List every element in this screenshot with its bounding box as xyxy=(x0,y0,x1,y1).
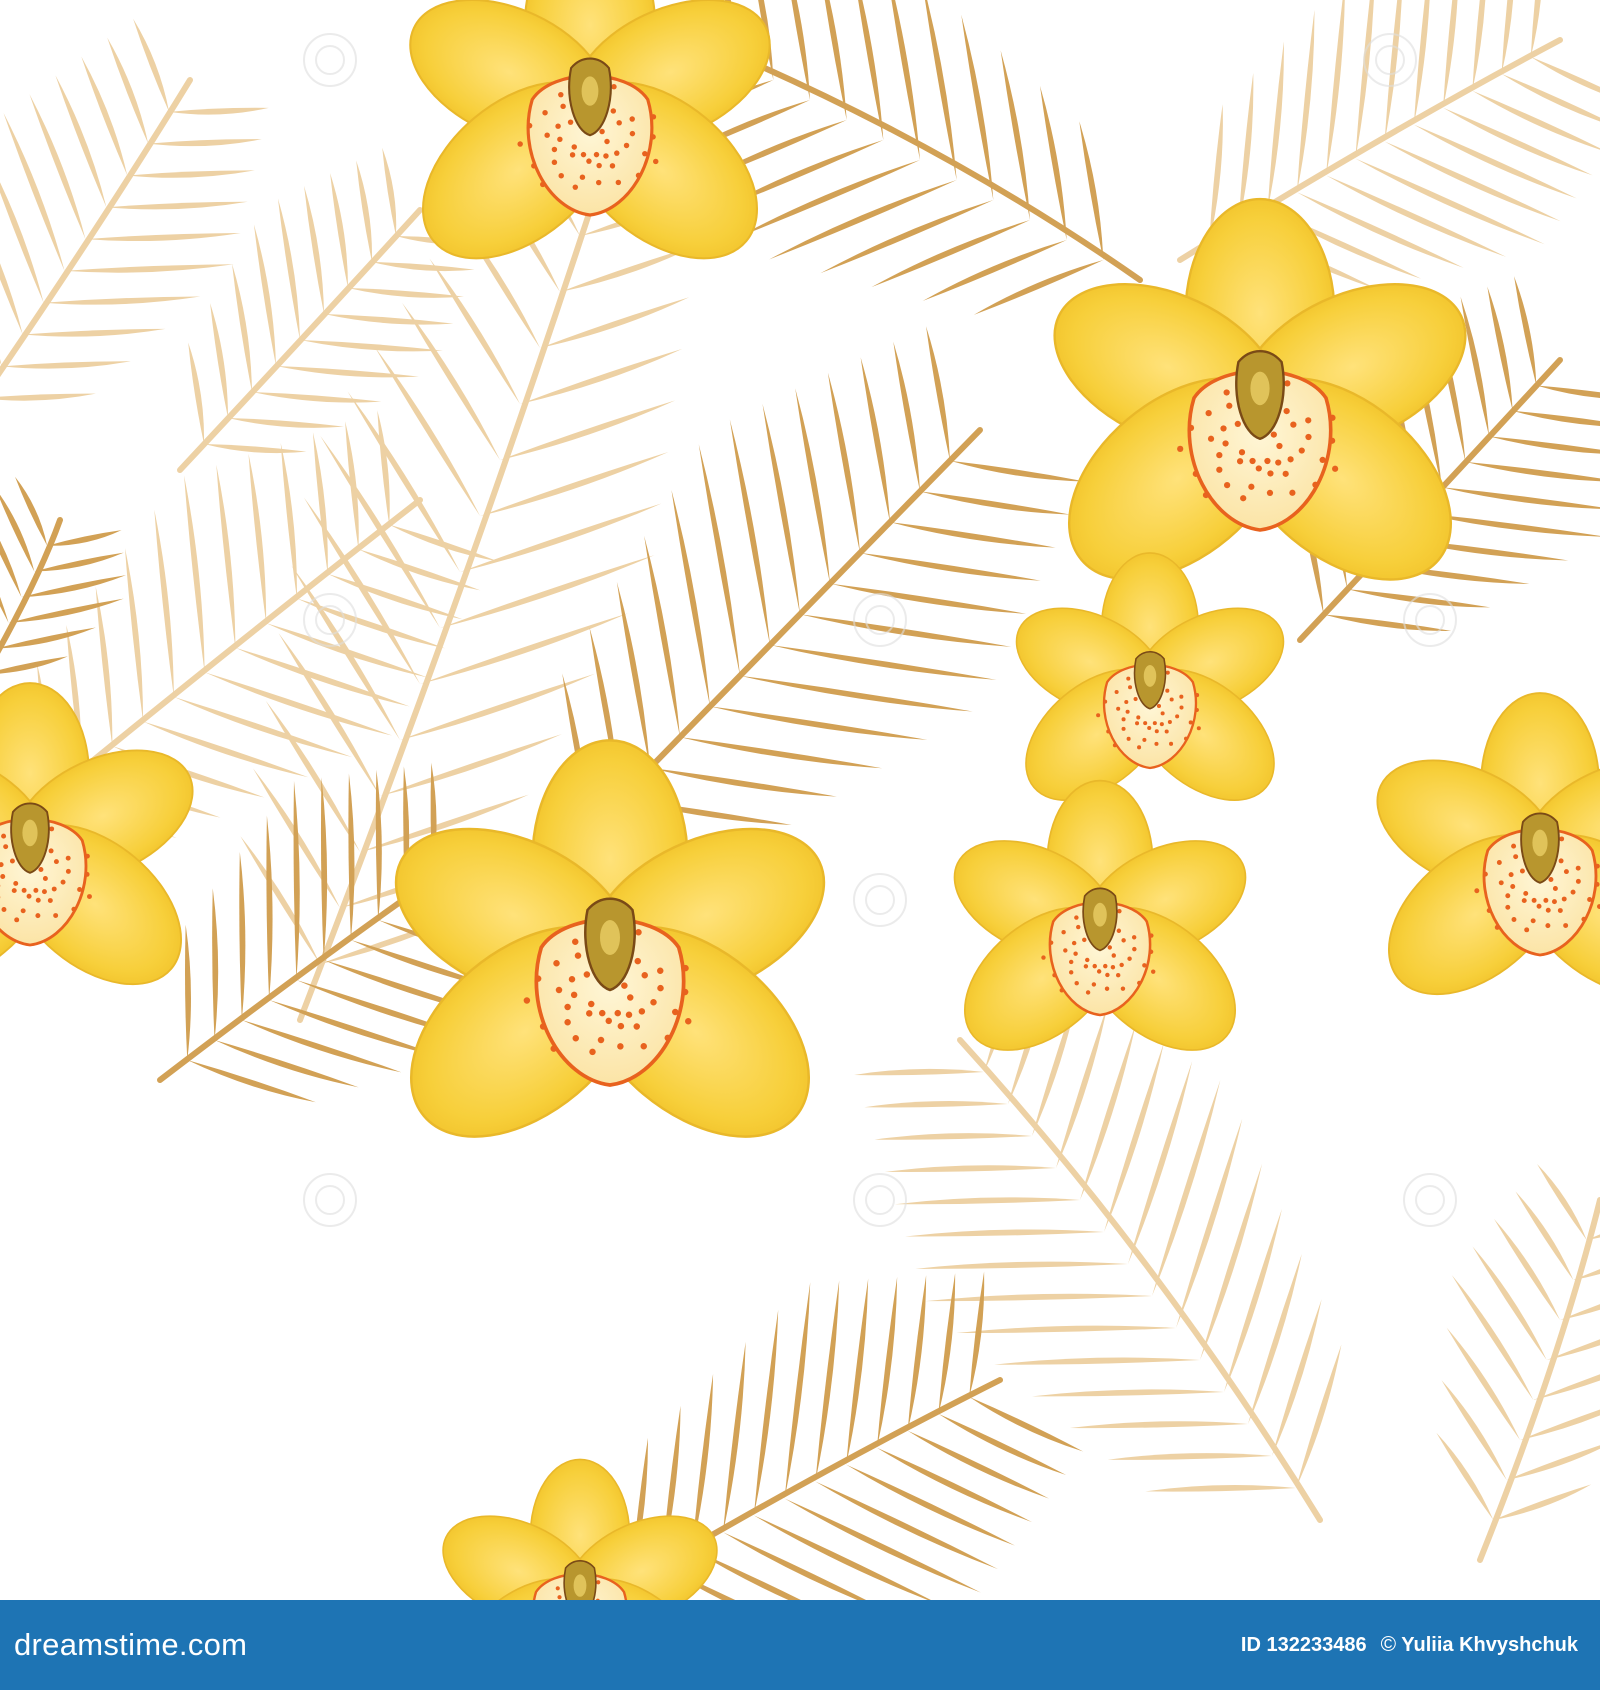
orchid-flower xyxy=(442,1458,718,1600)
orchid-flower xyxy=(394,739,826,1138)
palm-frond xyxy=(854,948,1342,1523)
image-credit: ID 132233486 © Yuliia Khvyshchuk xyxy=(1241,1633,1578,1657)
watermark-swirl xyxy=(303,1173,357,1227)
id-label: ID xyxy=(1240,1633,1261,1656)
artwork xyxy=(0,0,1600,1600)
light-palm-leaves xyxy=(0,0,1600,1563)
palm-frond xyxy=(1436,1164,1600,1563)
watermark-swirl xyxy=(1403,1173,1457,1227)
watermark-swirl xyxy=(303,33,357,87)
orchid-flower xyxy=(1376,692,1600,996)
credit-block: © Yuliia Khvyshchuk xyxy=(1381,1633,1578,1657)
watermark-swirl xyxy=(853,593,907,647)
watermark-swirl xyxy=(853,1173,907,1227)
brand-name[interactable]: dreamstime.com xyxy=(14,1627,247,1663)
copyright-symbol: © xyxy=(1380,1633,1397,1656)
stock-footer-bar: dreamstime.com ID 132233486 © Yuliia Khv… xyxy=(0,1600,1600,1690)
palm-frond xyxy=(0,18,269,401)
orchid-flower xyxy=(409,0,771,260)
dark-palm-leaves xyxy=(0,0,1600,1600)
orchid-flower xyxy=(0,682,194,986)
orchid-flower xyxy=(1015,552,1285,801)
watermark-swirl xyxy=(853,873,907,927)
author-name: Yuliia Khvyshchuk xyxy=(1401,1634,1578,1656)
image-id: 132233486 xyxy=(1266,1633,1367,1656)
pattern-illustration xyxy=(0,0,1600,1600)
id-block: ID 132233486 xyxy=(1241,1634,1367,1657)
